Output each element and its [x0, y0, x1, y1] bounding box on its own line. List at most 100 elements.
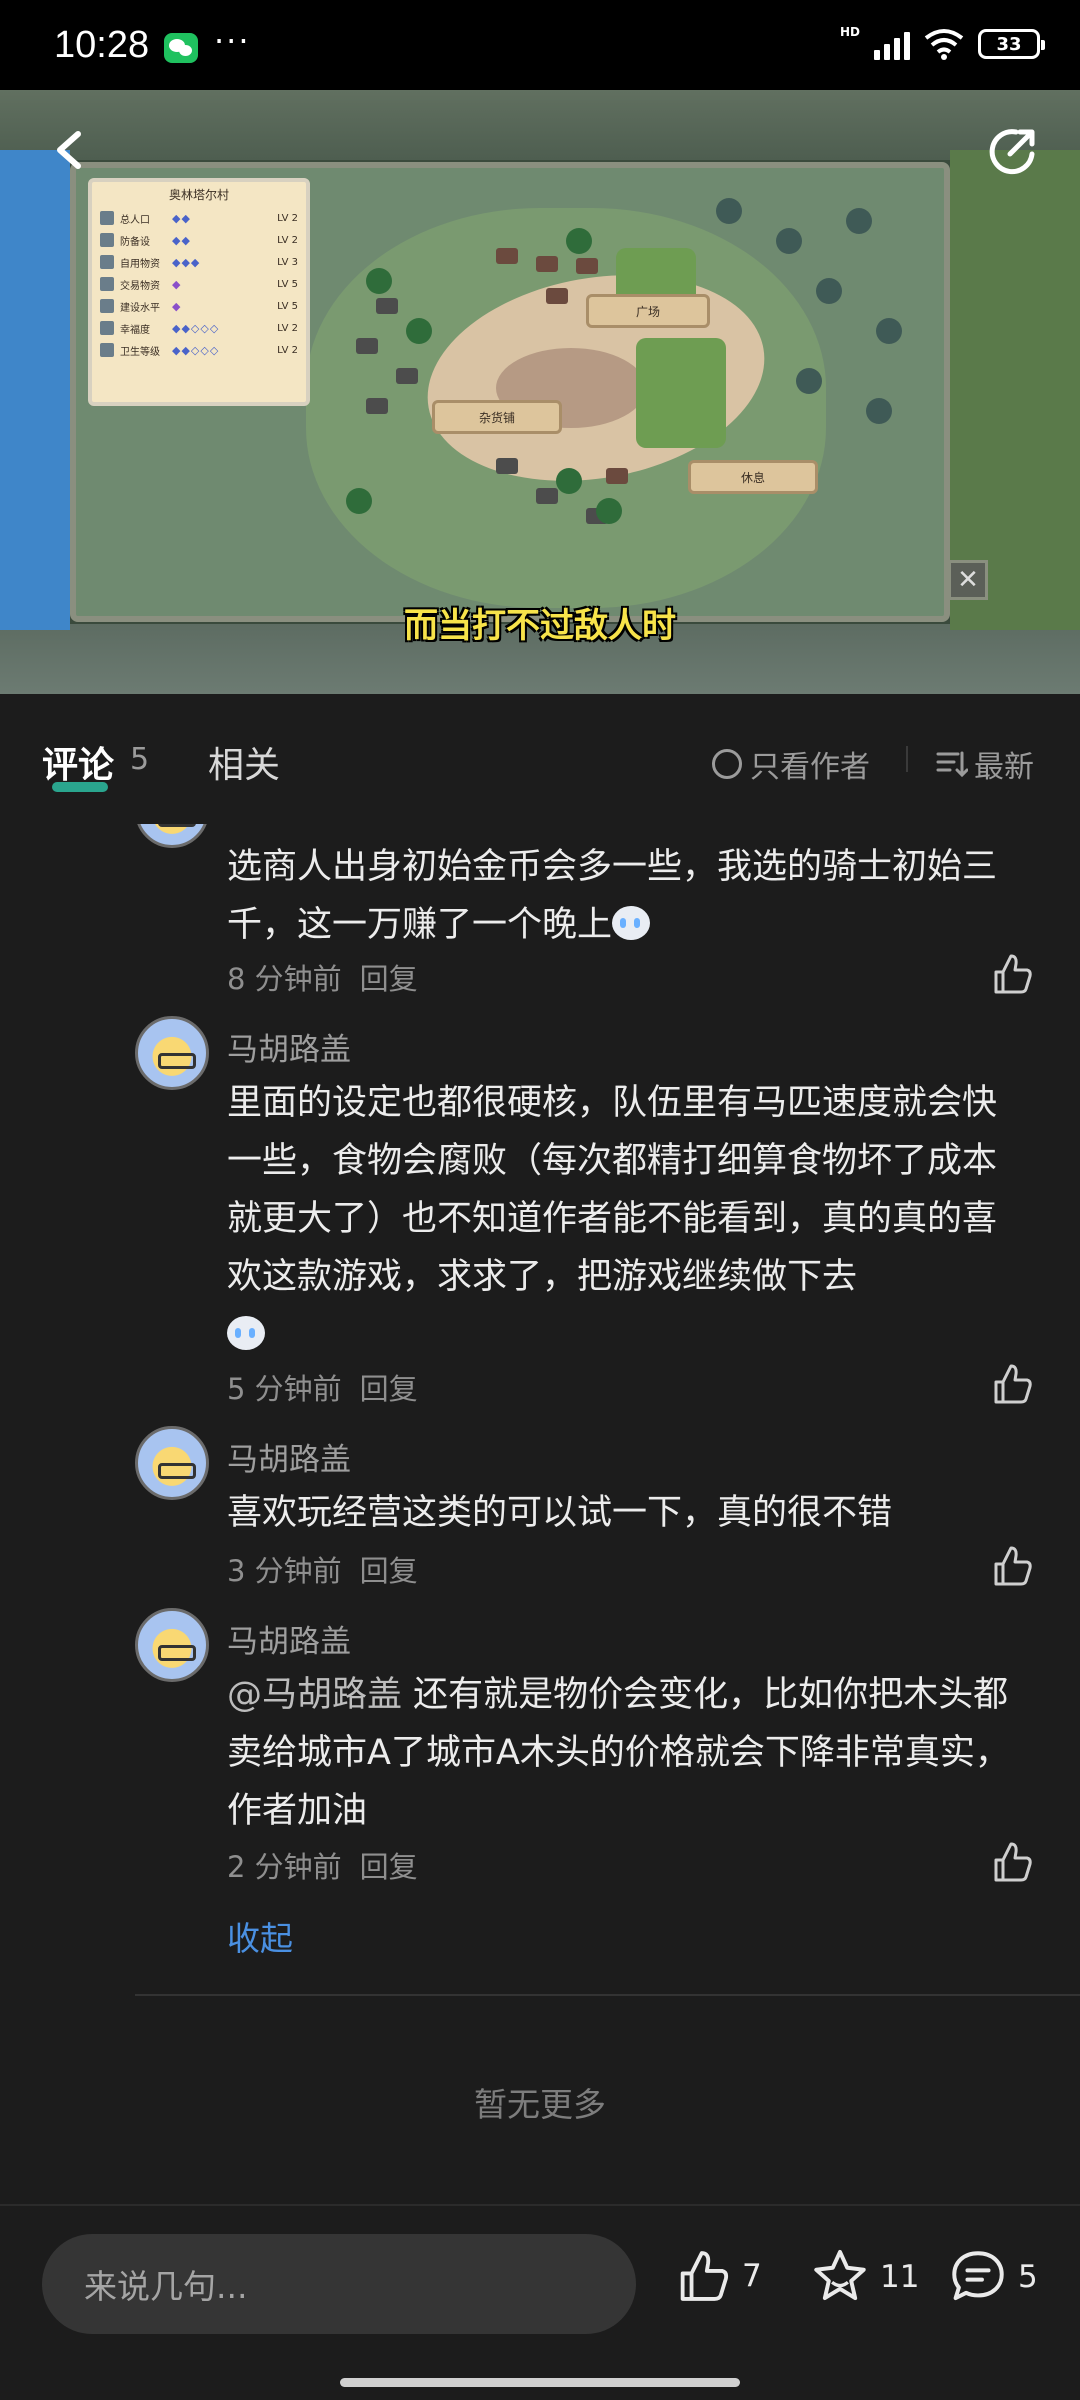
stat-row: 防备设 ◆◆ LV 2 — [92, 229, 306, 251]
reply-button[interactable]: 回复 — [360, 962, 418, 996]
no-more-text: 暂无更多 — [474, 2085, 606, 2124]
thumbs-up-icon[interactable] — [990, 1544, 1034, 1588]
village-stats-panel: 奥林塔尔村 总人口 ◆◆ LV 2 防备设 ◆◆ LV 2 自用物资 ◆◆◆ LV 3 交易… — [88, 178, 310, 406]
reply-button[interactable]: 回复 — [360, 1554, 418, 1588]
battery-icon: 33 — [978, 29, 1045, 59]
stat-row: 自用物资 ◆◆◆ LV 3 — [92, 251, 306, 273]
diamond-icons: ◆◆ — [172, 233, 191, 247]
author-only-label: 只看作者 — [750, 750, 870, 785]
favorite-button[interactable]: 11 — [810, 2248, 919, 2306]
comment-input[interactable]: 来说几句... — [42, 2234, 636, 2334]
like-count: 7 — [742, 2258, 762, 2294]
video-subtitle: 而当打不过敌人时 — [404, 606, 676, 646]
reply-button[interactable]: 回复 — [360, 1372, 418, 1406]
comment-text: 喜欢玩经营这类的可以试一下，真的很不错 — [227, 1493, 893, 1533]
map-forest — [950, 150, 1080, 630]
comment-time: 3 分钟前 — [227, 1554, 342, 1588]
stat-row: 交易物资 ◆ LV 5 — [92, 273, 306, 295]
status-right: HD 33 — [839, 25, 1045, 60]
comments-button[interactable]: 5 — [948, 2248, 1038, 2306]
thumbs-up-icon — [680, 2251, 729, 2301]
map-tag-rest: 休息 — [688, 460, 818, 494]
bottom-action-bar: 来说几句... 7 11 5 — [0, 2204, 1080, 2400]
stat-row: 卫生等级 ◆◆◇◇◇ LV 2 — [92, 339, 306, 361]
tab-comments[interactable]: 评论 — [42, 736, 114, 788]
wifi-icon — [924, 29, 964, 60]
stat-icon — [100, 277, 114, 291]
author-only-filter[interactable]: 只看作者 — [712, 742, 870, 786]
comment-count: 5 — [130, 742, 150, 777]
status-bar: 10:28 ··· HD 33 — [0, 0, 1080, 90]
more-notifications-icon: ··· — [214, 22, 251, 60]
tab-related[interactable]: 相关 — [208, 736, 280, 788]
hd-indicator: HD — [839, 25, 860, 39]
diamond-icons: ◆◆◇◇◇ — [172, 321, 220, 335]
thumbs-up-icon[interactable] — [990, 952, 1034, 996]
filter-divider — [906, 746, 908, 772]
share-icon[interactable] — [986, 124, 1040, 178]
thumbs-up-icon[interactable] — [990, 1840, 1034, 1884]
comments-count: 5 — [1018, 2259, 1038, 2295]
stat-row: 建设水平 ◆ LV 5 — [92, 295, 306, 317]
stat-row: 幸福度 ◆◆◇◇◇ LV 2 — [92, 317, 306, 339]
crying-emoji-icon — [227, 1316, 265, 1350]
mention-link[interactable]: @马胡路盖 — [227, 1675, 402, 1715]
comment-meta: 5 分钟前 回复 — [227, 1366, 418, 1408]
status-time: 10:28 — [54, 24, 150, 66]
comment-time: 8 分钟前 — [227, 962, 342, 996]
map-close-button: ✕ — [948, 560, 988, 600]
wechat-notification-icon — [164, 33, 198, 63]
crying-emoji-icon — [612, 906, 651, 940]
video-player[interactable]: 奥林塔尔村 总人口 ◆◆ LV 2 防备设 ◆◆ LV 2 自用物资 ◆◆◆ LV 3 交易… — [0, 90, 1080, 694]
comment-meta: 2 分钟前 回复 — [227, 1844, 418, 1886]
favorite-count: 11 — [880, 2259, 920, 2295]
radio-circle-icon — [712, 749, 742, 779]
comment-bubble-icon — [952, 2251, 1004, 2301]
like-button[interactable]: 7 — [674, 2248, 762, 2304]
comment-text: 里面的设定也都很硬核，队伍里有马匹速度就会快一些，食物会腐败（每次都精打细算食物… — [227, 1074, 1027, 1364]
star-icon — [814, 2249, 866, 2301]
section-divider — [135, 1994, 1080, 1996]
stat-row: 总人口 ◆◆ LV 2 — [92, 207, 306, 229]
sort-latest-button[interactable]: 最新 — [936, 742, 1034, 786]
stat-icon — [100, 343, 114, 357]
comment-meta: 8 分钟前 回复 — [227, 956, 418, 998]
home-indicator[interactable] — [340, 2378, 740, 2387]
collapse-replies-button[interactable]: 收起 — [227, 1912, 293, 1960]
avatar[interactable] — [135, 1016, 209, 1090]
stat-icon — [100, 299, 114, 313]
stat-icon — [100, 233, 114, 247]
diamond-icons: ◆◆◆ — [172, 255, 201, 269]
stat-icon — [100, 321, 114, 335]
game-village-map: 奥林塔尔村 总人口 ◆◆ LV 2 防备设 ◆◆ LV 2 自用物资 ◆◆◆ LV 3 交易… — [70, 162, 988, 622]
avatar[interactable] — [135, 1426, 209, 1500]
comment-author[interactable]: 马胡路盖 — [227, 1024, 351, 1069]
map-tag-plaza: 广场 — [586, 294, 710, 328]
village-name: 奥林塔尔村 — [168, 188, 229, 202]
comment-input-placeholder: 来说几句... — [84, 2267, 248, 2306]
map-tag-store: 杂货铺 — [432, 400, 562, 434]
avatar[interactable] — [135, 1608, 209, 1682]
comment-text: @马胡路盖 还有就是物价会变化，比如你把木头都卖给城市A了城市A木头的价格就会下… — [227, 1675, 1010, 1831]
diamond-icons: ◆◆◇◇◇ — [172, 343, 220, 357]
comment-author[interactable]: 马胡路盖 — [227, 1616, 351, 1661]
map-river — [0, 150, 70, 630]
video-top-strip — [0, 90, 1080, 160]
comment-author[interactable]: 马胡路盖 — [227, 1434, 351, 1479]
diamond-icons: ◆ — [172, 277, 182, 291]
comment-text: 选商人出身初始金币会多一些，我选的骑士初始三千，这一万赚了一个晚上 — [227, 847, 998, 945]
comment-time: 5 分钟前 — [227, 1372, 342, 1406]
signal-icon — [874, 28, 910, 60]
sort-latest-label: 最新 — [974, 750, 1034, 785]
stat-icon — [100, 255, 114, 269]
diamond-icons: ◆◆ — [172, 211, 191, 225]
comment-meta: 3 分钟前 回复 — [227, 1548, 418, 1590]
comment-time: 2 分钟前 — [227, 1850, 342, 1884]
comment-tabs: 评论 5 相关 只看作者 最新 — [0, 694, 1080, 824]
back-icon[interactable] — [50, 130, 90, 170]
thumbs-up-icon[interactable] — [990, 1362, 1034, 1406]
reply-button[interactable]: 回复 — [360, 1850, 418, 1884]
active-tab-indicator — [52, 782, 108, 792]
sort-icon — [936, 751, 968, 778]
stat-icon — [100, 211, 114, 225]
